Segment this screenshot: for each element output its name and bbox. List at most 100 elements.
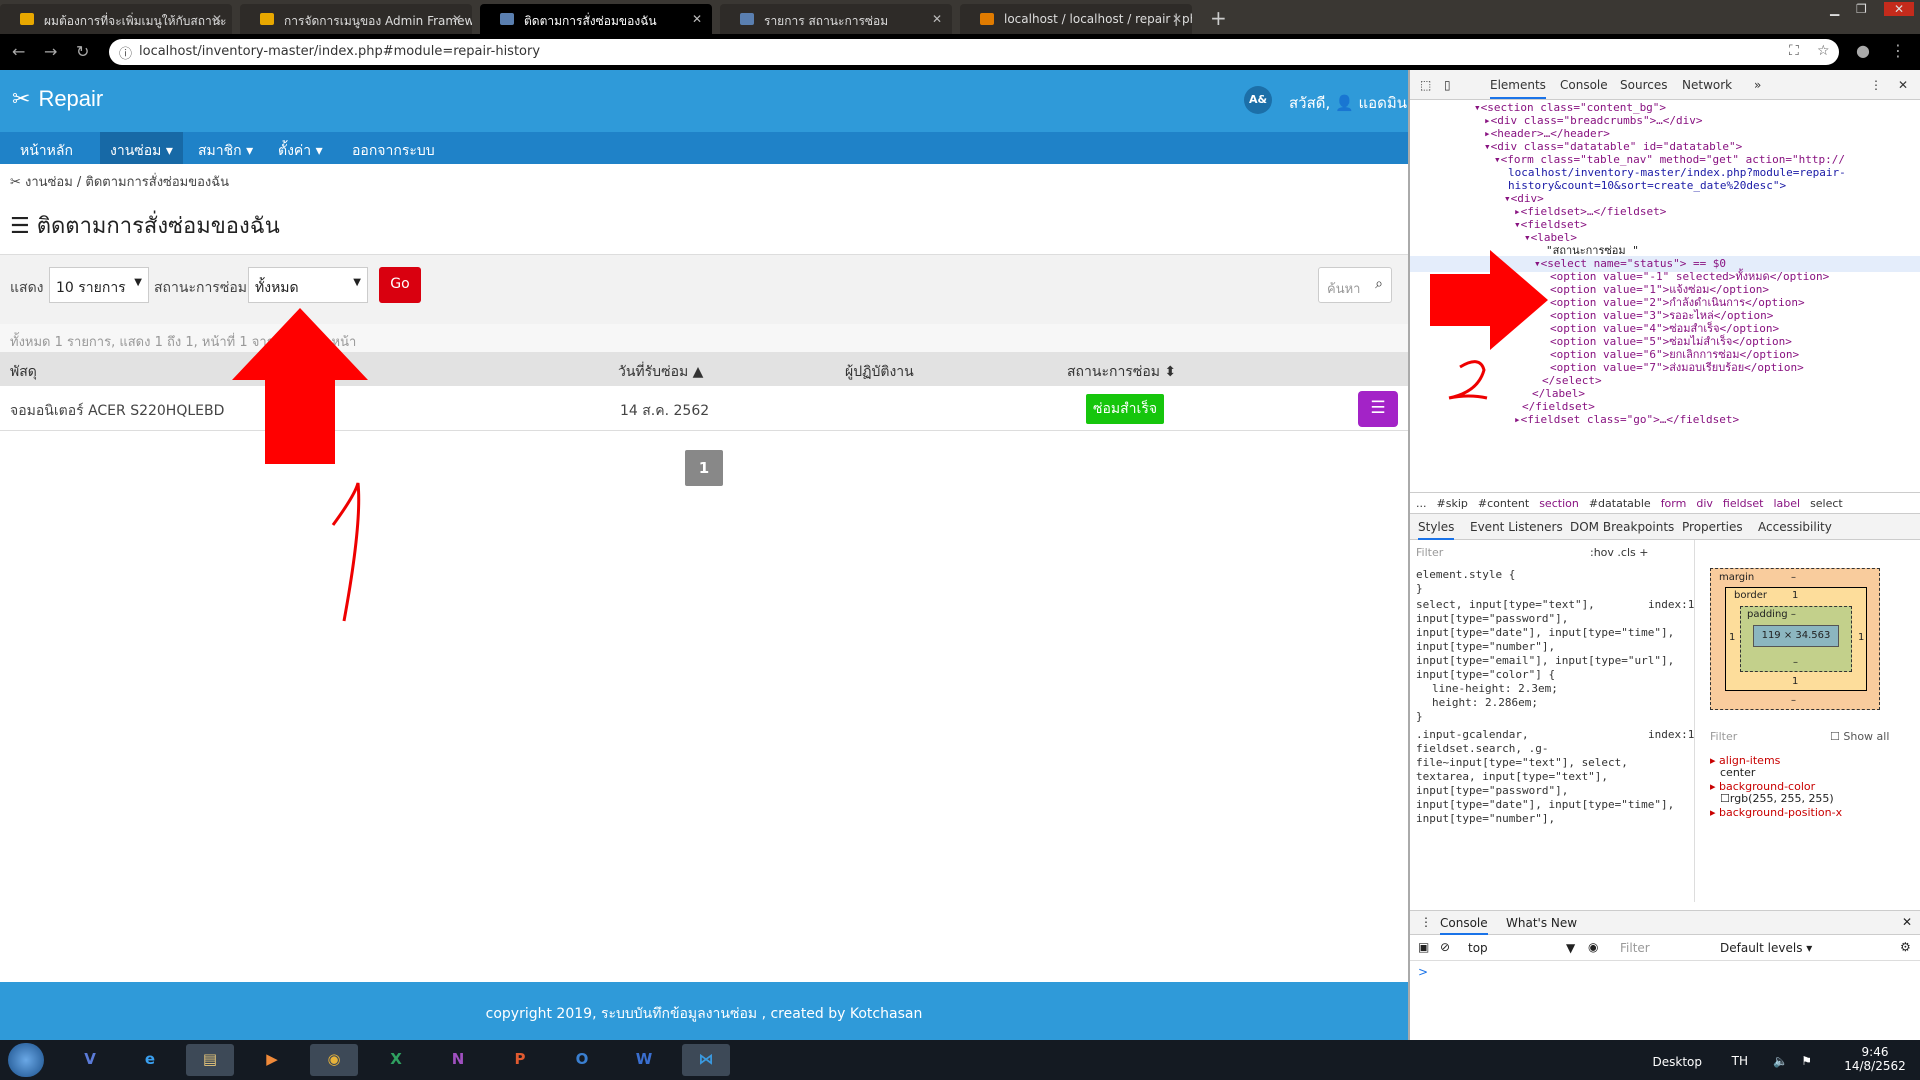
dom-crumb[interactable]: form [1661, 497, 1687, 510]
devtools-close-icon[interactable]: ✕ [1898, 78, 1908, 92]
desktop-toolbar[interactable]: Desktop [1653, 1055, 1703, 1069]
show-all-checkbox[interactable]: ☐ Show all [1830, 730, 1889, 743]
taskbar-app-media[interactable]: ▶ [248, 1044, 296, 1076]
browser-tab[interactable]: รายการ สถานะการซ่อม ✕ [720, 4, 952, 34]
drawer-close-icon[interactable]: ✕ [1902, 915, 1912, 929]
hov-cls-toggles[interactable]: :hov .cls + [1590, 546, 1648, 560]
drawer-menu-icon[interactable]: ⋮ [1420, 915, 1432, 929]
taskbar-app-powerpoint[interactable]: P [496, 1044, 544, 1076]
menu-item-settings[interactable]: ตั้งค่า ▾ [268, 132, 333, 164]
search-icon[interactable]: ⌕ [1375, 276, 1383, 292]
computed-filter-input[interactable]: Filter [1710, 730, 1737, 743]
dom-crumb[interactable]: ... [1416, 497, 1427, 510]
minimize-icon[interactable]: ▁ [1830, 2, 1839, 16]
tab-network[interactable]: Network [1682, 78, 1732, 92]
close-icon[interactable]: ✕ [692, 12, 702, 26]
drawer-tab-console[interactable]: Console [1440, 916, 1488, 935]
go-button[interactable]: Go [379, 267, 421, 303]
window-close-icon[interactable]: ✕ [1884, 2, 1915, 16]
menu-item-home[interactable]: หน้าหลัก [10, 132, 83, 164]
breadcrumb-text[interactable]: งานซ่อม / ติดตามการสั่งซ่อมของฉัน [25, 175, 229, 190]
volume-icon[interactable]: 🔈 [1773, 1054, 1788, 1068]
column-header-status[interactable]: สถานะการซ่อม ⬍ [1067, 361, 1176, 383]
taskbar-app-ie[interactable]: e [126, 1044, 174, 1076]
devtools-menu-icon[interactable]: ⋮ [1870, 78, 1882, 92]
translate-icon[interactable]: ⛶ [1789, 43, 1799, 59]
menu-item-repair[interactable]: งานซ่อม ▾ [100, 132, 183, 164]
dom-crumb[interactable]: div [1696, 497, 1713, 510]
start-button[interactable] [8, 1043, 44, 1077]
pagination-page[interactable]: 1 [685, 450, 723, 486]
tab-console[interactable]: Console [1560, 78, 1608, 92]
menu-item-members[interactable]: สมาชิก ▾ [188, 132, 263, 164]
drawer-tab-whats-new[interactable]: What's New [1506, 916, 1577, 930]
taskbar-app-explorer[interactable]: ▤ [186, 1044, 234, 1076]
taskbar-app-onenote[interactable]: N [434, 1044, 482, 1076]
language-indicator[interactable]: TH [1732, 1054, 1748, 1068]
reload-icon[interactable]: ↻ [76, 42, 89, 61]
dom-crumb[interactable]: #content [1478, 497, 1529, 510]
taskbar-app-word[interactable]: W [620, 1044, 668, 1076]
console-prompt[interactable]: > [1418, 965, 1428, 979]
tab-accessibility[interactable]: Accessibility [1758, 520, 1832, 534]
network-icon[interactable]: ⚑ [1801, 1054, 1812, 1068]
close-icon[interactable]: ✕ [932, 12, 942, 26]
back-icon[interactable]: ← [12, 42, 25, 61]
dom-crumb[interactable]: select [1810, 497, 1843, 510]
dom-crumb[interactable]: #datatable [1589, 497, 1651, 510]
dom-crumb[interactable]: fieldset [1723, 497, 1764, 510]
browser-tab-active[interactable]: ติดตามการสั่งซ่อมของฉัน ✕ [480, 4, 712, 34]
clear-console-icon[interactable]: ⊘ [1440, 940, 1450, 954]
more-tabs-icon[interactable]: » [1754, 78, 1761, 92]
detail-button[interactable]: ☰ [1358, 391, 1398, 427]
taskbar-app-vscode[interactable]: ⋈ [682, 1044, 730, 1076]
inspect-icon[interactable]: ⬚ [1420, 78, 1431, 92]
style-property[interactable]: height: 2.286em; [1432, 696, 1538, 710]
context-caret-icon[interactable]: ▼ [1566, 941, 1575, 955]
brand-logo[interactable]: ✂ Repair [12, 86, 103, 112]
tab-styles[interactable]: Styles [1418, 520, 1455, 540]
style-source-link[interactable]: index:1 [1648, 598, 1694, 612]
styles-filter-input[interactable]: Filter [1416, 546, 1443, 560]
forward-icon[interactable]: → [44, 42, 57, 61]
style-source-link[interactable]: index:1 [1648, 728, 1694, 742]
menu-item-logout[interactable]: ออกจากระบบ [342, 132, 445, 164]
taskbar-app-visio[interactable]: V [66, 1044, 114, 1076]
console-settings-icon[interactable]: ⚙ [1900, 940, 1911, 954]
user-greeting[interactable]: สวัสดี, 👤 แอดมิน [1289, 91, 1407, 115]
clock[interactable]: 9:46 14/8/2562 [1842, 1045, 1908, 1073]
taskbar-app-outlook[interactable]: O [558, 1044, 606, 1076]
column-header-date[interactable]: วันที่รับซ่อม ▲ [618, 361, 703, 383]
log-levels-select[interactable]: Default levels ▾ [1720, 941, 1812, 955]
tab-dom-breakpoints[interactable]: DOM Breakpoints [1570, 520, 1674, 534]
console-filter-input[interactable]: Filter [1620, 941, 1650, 955]
tab-elements[interactable]: Elements [1490, 78, 1546, 99]
eye-icon[interactable]: ◉ [1588, 940, 1598, 954]
close-icon[interactable]: ✕ [452, 12, 462, 26]
sidebar-toggle-icon[interactable]: ▣ [1418, 940, 1429, 954]
tab-sources[interactable]: Sources [1620, 78, 1667, 92]
tab-event-listeners[interactable]: Event Listeners [1470, 520, 1563, 534]
avatar[interactable]: A& [1244, 86, 1272, 114]
count-select[interactable]: 10 รายการ ▼ [49, 267, 149, 303]
profile-icon[interactable]: ● [1856, 41, 1870, 60]
restore-icon[interactable]: ❐ [1856, 2, 1867, 16]
browser-tab[interactable]: localhost / localhost / repair | ph ✕ [960, 4, 1192, 34]
bookmark-star-icon[interactable]: ☆ [1817, 43, 1830, 59]
browser-menu-icon[interactable]: ⋮ [1890, 41, 1906, 60]
style-property[interactable]: line-height: 2.3em; [1432, 682, 1558, 696]
dom-node[interactable]: ▸<fieldset class="go">…</fieldset> [1514, 412, 1739, 428]
browser-tab[interactable]: ผมต้องการที่จะเพิ่มเมนูให้กับสถานะ ✕ [0, 4, 232, 34]
search-input[interactable]: ค้นหา ⌕ [1318, 267, 1392, 303]
dom-crumb[interactable]: #skip [1437, 497, 1468, 510]
dom-crumb[interactable]: label [1773, 497, 1800, 510]
close-icon[interactable]: ✕ [1172, 12, 1182, 26]
context-select[interactable]: top [1468, 941, 1488, 955]
info-icon[interactable]: ⓘ [119, 43, 132, 62]
taskbar-app-excel[interactable]: X [372, 1044, 420, 1076]
new-tab-button[interactable]: + [1210, 6, 1227, 30]
tab-properties[interactable]: Properties [1682, 520, 1743, 534]
url-field[interactable]: ⓘ localhost/inventory-master/index.php#m… [109, 39, 1839, 65]
device-toolbar-icon[interactable]: ▯ [1444, 78, 1451, 92]
status-select[interactable]: ทั้งหมด ▼ [248, 267, 368, 303]
